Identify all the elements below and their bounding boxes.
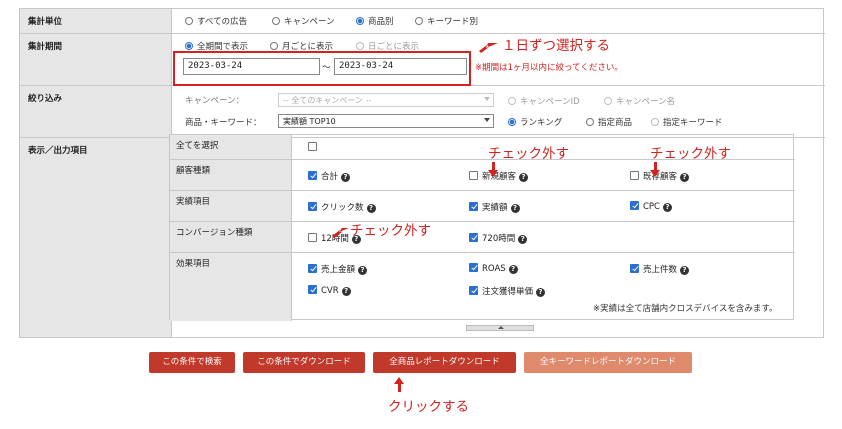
arrow-up-icon bbox=[394, 377, 404, 393]
campaign-select[interactable]: -- 全てのキャンペーン -- bbox=[278, 93, 494, 107]
cross-device-note: ※実績は全て店舗内クロスデバイスを含みます。 bbox=[593, 304, 778, 314]
campaign-filter-label: キャンペーン： bbox=[185, 96, 245, 106]
download-button[interactable]: この条件でダウンロード bbox=[243, 352, 365, 373]
checkbox-cvr[interactable]: CVR? bbox=[308, 285, 351, 296]
arrow-icon bbox=[479, 43, 498, 53]
radio-icon bbox=[604, 97, 612, 105]
select-all-label: 全てを選択 bbox=[170, 135, 292, 159]
checkbox-total[interactable]: 合計? bbox=[308, 170, 351, 182]
checkbox-checked-icon bbox=[308, 202, 317, 211]
radio-icon bbox=[272, 17, 280, 25]
select-all-checkbox[interactable] bbox=[308, 142, 321, 153]
checkbox-checked-icon bbox=[469, 263, 478, 272]
help-icon[interactable]: ? bbox=[518, 235, 528, 244]
unit-label: 集計単位 bbox=[20, 9, 172, 33]
radio-icon bbox=[415, 17, 423, 25]
checkbox-720h[interactable]: 720時間? bbox=[469, 232, 528, 244]
search-button[interactable]: この条件で検索 bbox=[149, 352, 235, 373]
checkbox-new-customer[interactable]: 新規顧客? bbox=[469, 170, 529, 182]
radio-icon bbox=[651, 118, 659, 126]
help-icon[interactable]: ? bbox=[680, 266, 690, 275]
help-icon[interactable]: ? bbox=[510, 204, 520, 213]
radio-icon bbox=[185, 17, 193, 25]
checkbox-roas[interactable]: ROAS? bbox=[469, 263, 518, 274]
effect-items-label: 効果項目 bbox=[170, 253, 292, 321]
radio-icon bbox=[586, 118, 594, 126]
radio-icon bbox=[508, 97, 516, 105]
chevron-down-icon bbox=[484, 97, 490, 101]
checkbox-icon bbox=[308, 233, 317, 242]
radio-icon bbox=[270, 42, 278, 50]
date-range-highlight bbox=[173, 51, 471, 86]
radio-campaign-name[interactable]: キャンペーン名 bbox=[604, 95, 675, 107]
annotation-uncheck-12h: チェック外す bbox=[350, 223, 431, 239]
radio-selected-icon bbox=[508, 118, 516, 126]
checkbox-icon bbox=[308, 142, 317, 151]
annotation-uncheck-existing: チェック外す bbox=[650, 146, 731, 162]
checkbox-cpc[interactable]: CPC? bbox=[630, 201, 672, 212]
arrow-down-icon bbox=[650, 162, 660, 178]
help-icon[interactable]: ? bbox=[508, 265, 518, 274]
help-icon[interactable]: ? bbox=[341, 287, 351, 296]
checkbox-checked-icon bbox=[308, 171, 317, 180]
checkbox-sales-count[interactable]: 売上件数? bbox=[630, 263, 690, 275]
arrow-icon bbox=[332, 228, 349, 238]
radio-campaign-id[interactable]: キャンペーンID bbox=[508, 95, 580, 107]
radio-selected-icon bbox=[185, 42, 193, 50]
radio-specified-keyword[interactable]: 指定キーワード bbox=[651, 116, 723, 128]
radio-ranking[interactable]: ランキング bbox=[508, 116, 562, 128]
radio-icon bbox=[356, 42, 364, 50]
checkbox-clicks[interactable]: クリック数? bbox=[308, 201, 376, 213]
period-limit-note: ※期間は1ヶ月以内に絞ってください。 bbox=[475, 63, 623, 73]
help-icon[interactable]: ? bbox=[536, 288, 546, 297]
results-label: 実績項目 bbox=[170, 191, 292, 221]
radio-all-ads[interactable]: すべての広告 bbox=[185, 15, 247, 27]
radio-by-keyword[interactable]: キーワード別 bbox=[415, 15, 478, 27]
period-label: 集計期間 bbox=[20, 34, 172, 85]
checkbox-spend[interactable]: 実績額? bbox=[469, 201, 520, 213]
radio-by-product[interactable]: 商品別 bbox=[356, 15, 394, 27]
help-icon[interactable]: ? bbox=[680, 173, 690, 182]
checkbox-icon bbox=[469, 171, 478, 180]
checkbox-sales-amount[interactable]: 売上金額? bbox=[308, 263, 368, 275]
help-icon[interactable]: ? bbox=[519, 173, 529, 182]
checkbox-checked-icon bbox=[469, 286, 478, 295]
arrow-down-icon bbox=[488, 162, 498, 178]
radio-campaign[interactable]: キャンペーン bbox=[272, 15, 335, 27]
resize-handle[interactable] bbox=[466, 325, 534, 331]
annotation-uncheck-new: チェック外す bbox=[488, 146, 569, 162]
checkbox-checked-icon bbox=[630, 264, 639, 273]
help-icon[interactable]: ? bbox=[663, 203, 672, 212]
all-products-report-button[interactable]: 全商品レポートダウンロード bbox=[373, 352, 516, 373]
help-icon[interactable]: ? bbox=[358, 266, 368, 275]
annotation-select-daily: １日ずつ選択する bbox=[502, 38, 610, 54]
all-keywords-report-button[interactable]: 全キーワードレポートダウンロード bbox=[524, 352, 692, 373]
checkbox-checked-icon bbox=[469, 202, 478, 211]
checkbox-icon bbox=[630, 171, 639, 180]
radio-selected-icon bbox=[356, 17, 364, 25]
conversion-type-label: コンバージョン種類 bbox=[170, 222, 292, 252]
checkbox-checked-icon bbox=[630, 201, 639, 210]
checkbox-checked-icon bbox=[469, 233, 478, 242]
help-icon[interactable]: ? bbox=[366, 204, 376, 213]
help-icon[interactable]: ? bbox=[341, 173, 351, 182]
checkbox-checked-icon bbox=[308, 285, 317, 294]
customer-type-label: 顧客種類 bbox=[170, 160, 292, 190]
product-keyword-select[interactable]: 実績額 TOP10 bbox=[278, 114, 494, 128]
checkbox-checked-icon bbox=[308, 264, 317, 273]
annotation-click: クリックする bbox=[388, 399, 469, 415]
filter-label: 絞り込み bbox=[20, 86, 172, 137]
product-filter-label: 商品・キーワード： bbox=[185, 118, 262, 128]
radio-specified-product[interactable]: 指定商品 bbox=[586, 116, 632, 128]
chevron-down-icon bbox=[484, 118, 490, 122]
display-label: 表示／出力項目 bbox=[20, 138, 172, 337]
checkbox-cost-per-order[interactable]: 注文獲得単価? bbox=[469, 285, 546, 297]
